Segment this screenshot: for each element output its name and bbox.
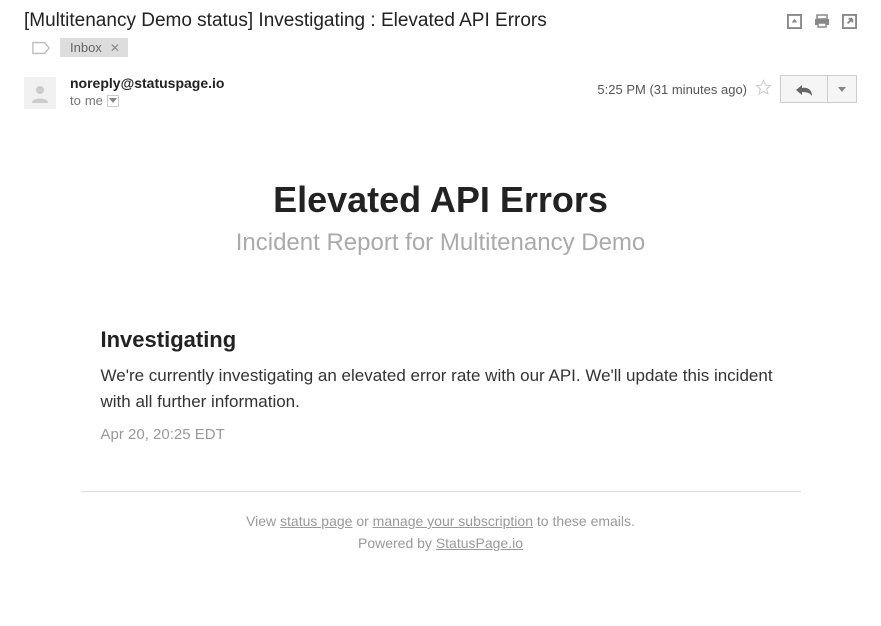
collapse-icon[interactable] <box>787 14 802 29</box>
status-page-link[interactable]: status page <box>280 513 352 529</box>
status-timestamp: Apr 20, 20:25 EDT <box>101 426 781 443</box>
powered-by-prefix: Powered by <box>358 535 436 551</box>
avatar <box>24 77 56 109</box>
footer-mid: or <box>352 513 372 529</box>
sender-email: noreply@statuspage.io <box>70 75 224 91</box>
chip-remove-icon[interactable]: ✕ <box>110 41 120 55</box>
footer-suffix: to these emails. <box>533 513 635 529</box>
label-outline-icon <box>32 41 50 55</box>
inbox-label-chip[interactable]: Inbox ✕ <box>60 38 128 57</box>
recipient-prefix: to <box>70 93 81 108</box>
manage-subscription-link[interactable]: manage your subscription <box>373 513 533 529</box>
print-icon[interactable] <box>814 13 830 29</box>
status-message: We're currently investigating an elevate… <box>101 363 781 414</box>
email-timestamp: 5:25 PM (31 minutes ago) <box>597 82 747 97</box>
popout-icon[interactable] <box>842 14 857 29</box>
more-actions-button[interactable] <box>828 75 857 103</box>
show-details-button[interactable] <box>107 95 119 107</box>
reply-button[interactable] <box>780 75 828 103</box>
incident-subtitle: Incident Report for Multitenancy Demo <box>24 229 857 257</box>
email-footer: View status page or manage your subscrip… <box>24 510 857 555</box>
chip-label: Inbox <box>70 40 102 55</box>
email-subject: [Multitenancy Demo status] Investigating… <box>24 10 547 32</box>
incident-title: Elevated API Errors <box>24 179 857 221</box>
footer-prefix: View <box>246 513 280 529</box>
recipient-name: me <box>85 93 103 108</box>
header-actions <box>787 13 857 29</box>
footer-divider <box>81 491 801 492</box>
status-heading: Investigating <box>101 327 781 353</box>
statuspage-link[interactable]: StatusPage.io <box>436 535 523 551</box>
star-icon[interactable] <box>755 79 772 99</box>
